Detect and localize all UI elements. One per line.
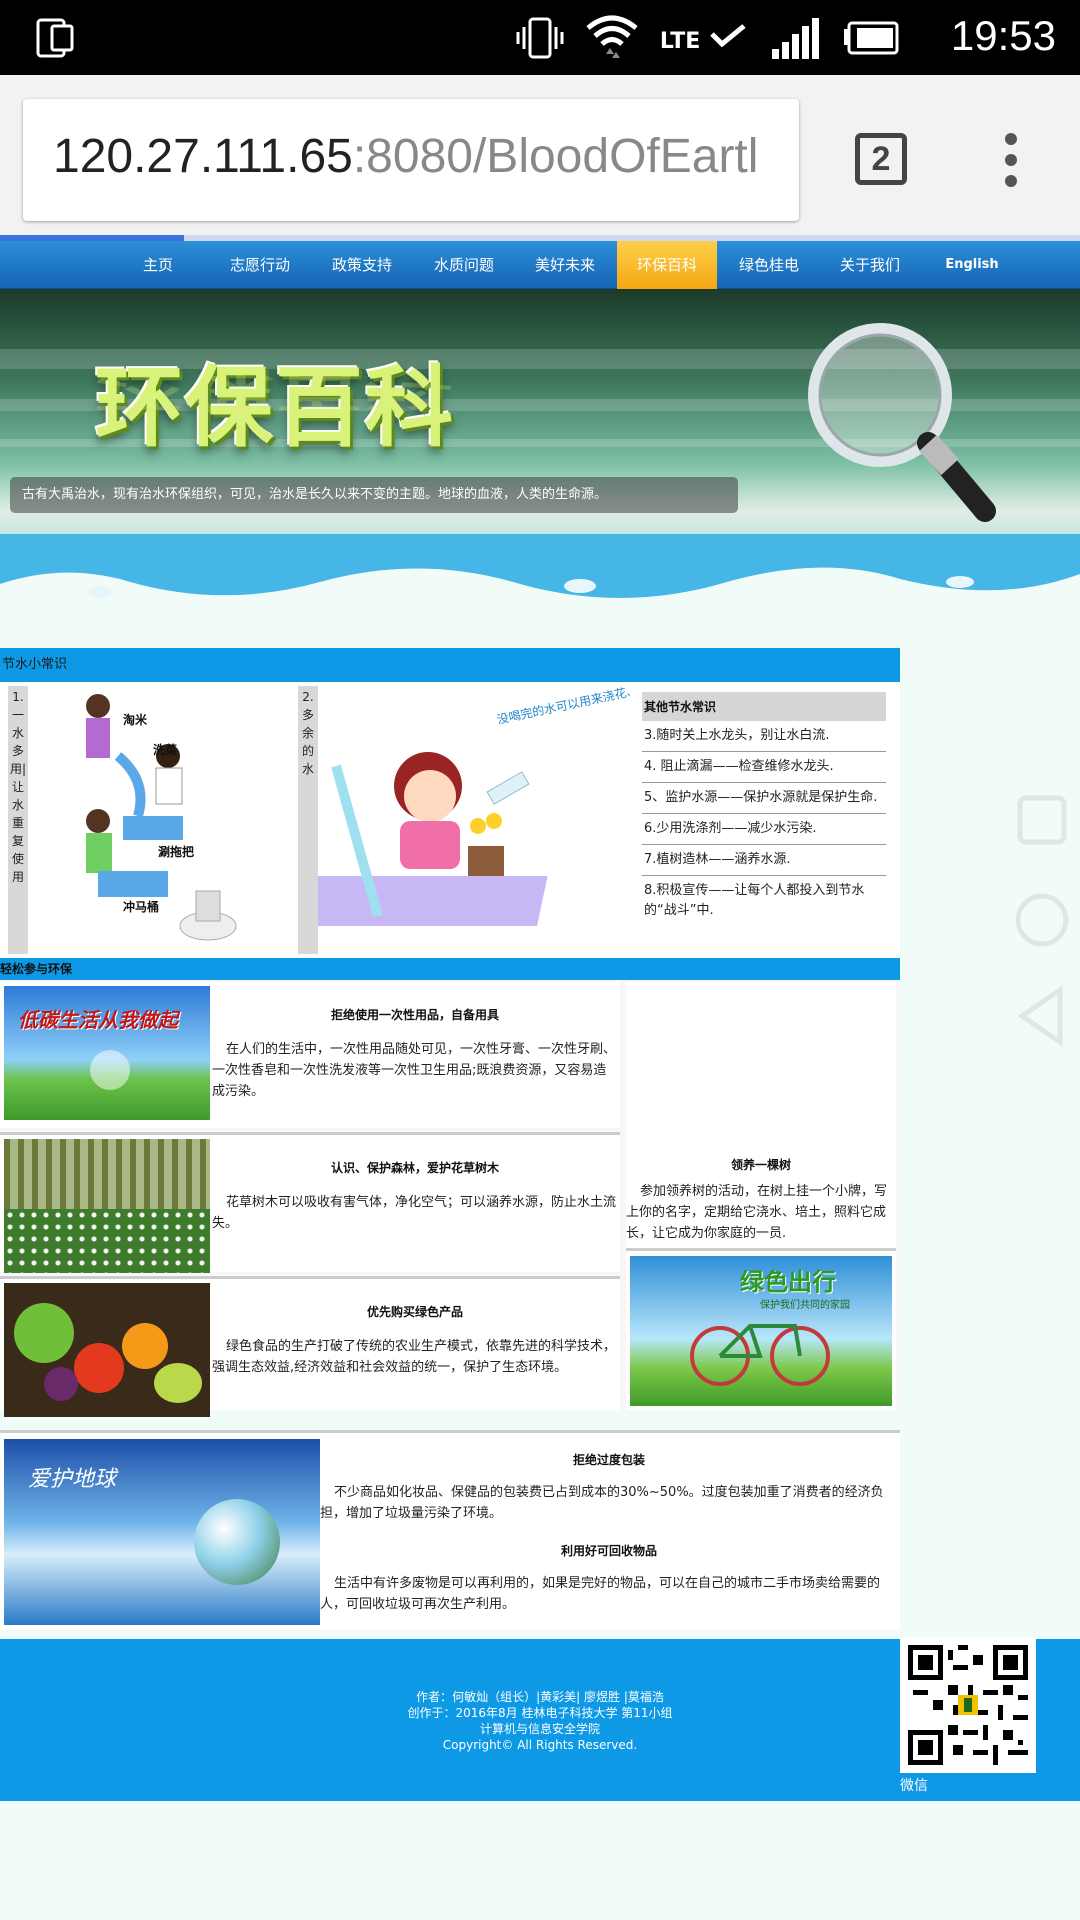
url-path: :8080/BloodOfEartl: [352, 130, 759, 183]
list-item: 8.积极宣传——让每个人都投入到节水的“战斗”中.: [644, 883, 865, 918]
lte-indicator: LTE: [659, 23, 748, 54]
footer-college: 计算机与信息安全学院: [479, 1722, 600, 1736]
image-caption: 爱护地球: [28, 1467, 117, 1492]
list-item: 3.随时关上水龙头，别让水白流.: [642, 721, 886, 752]
footer-credits: 作者：何敏灿（组长）|黄彩美| 廖煜胜 |莫福浩 创作于：2016年8月 桂林电…: [300, 1689, 780, 1753]
site-nav: 主页 志愿行动 政策支持 水质问题 美好未来 环保百科 绿色桂电 关于我们 En…: [0, 241, 1080, 289]
card-title-recycle: 利用好可回收物品: [560, 1544, 657, 1558]
nav-future[interactable]: 美好未来: [515, 241, 615, 289]
speech-bubble: 没喝完的水可以用来浇花、冼东西等: [496, 686, 630, 727]
list-item: 7.植树造林——涵养水源.: [642, 845, 886, 876]
tip-label-leftover: 2.多余的水: [298, 686, 318, 954]
card-no-disposables: 低碳生活从我做起 拒绝使用一次性用品，自备用具 在人们的生活中，一次性用品随处可…: [0, 982, 620, 1128]
signal-icon: [772, 18, 819, 59]
card-title: 拒绝使用一次性用品，自备用具: [330, 1008, 499, 1022]
card-adopt-tree: 领养一棵树 参加领养树的活动，在树上挂一个小牌，写上你的名字，定期给它浇水、培土…: [626, 982, 896, 1410]
battery-icon: [844, 21, 899, 55]
bubble-text: 没喝完的水可以用来浇花、冼东西等: [496, 686, 630, 727]
wechat-label: 微信: [900, 1778, 928, 1794]
card-text-recycle: 生活中有许多废物是可以再利用的，如果是完好的物品，可以在自己的城市二手市场卖给需…: [320, 1576, 881, 1612]
card-green-products: 优先购买绿色产品 绿色食品的生产打破了传统的农业生产模式，依靠先进的科学技术，强…: [0, 1276, 620, 1417]
nav-green-campus[interactable]: 绿色桂电: [719, 241, 819, 289]
section-title-water-tips: 节水小常识: [0, 648, 900, 682]
nav-about[interactable]: 关于我们: [820, 241, 920, 289]
browser-toolbar: 120.27.111.65:8080/BloodOfEartl 2: [0, 75, 1080, 235]
card-text: 参加领养树的活动，在树上挂一个小牌，写上你的名字，定期给它浇水、培土，照料它成长…: [626, 1184, 888, 1241]
section-title-eco: 轻松参与环保: [0, 958, 900, 980]
card-title: 优先购买绿色产品: [366, 1305, 463, 1319]
nav-volunteer[interactable]: 志愿行动: [210, 241, 310, 289]
page-banner: 环保百科 环保百科 古有大禹治水，现有治水环保组织，可见，治水是长久以来不变的主…: [0, 289, 1080, 605]
green-travel-image: 绿色出行 保护我们共同的家园: [630, 1256, 892, 1406]
list-item: 6.少用洗涤剂——减少水污染.: [642, 814, 886, 845]
card-text: 花草树木可以吸收有害气体，净化空气；可以涵养水源，防止水土流失。: [212, 1195, 617, 1231]
card-title: 认识、保护森林，爱护花草树木: [330, 1161, 499, 1175]
vegetables-image: [4, 1283, 210, 1417]
footer-copyright: Copyright© All Rights Reserved.: [442, 1738, 638, 1752]
lte-label: LTE: [659, 28, 701, 54]
card-text: 绿色食品的生产打破了传统的农业生产模式，依靠先进的科学技术，强调生态效益,经济效…: [212, 1339, 617, 1375]
check-icon: [710, 23, 746, 47]
water-wave-graphic: [0, 534, 1080, 605]
address-bar[interactable]: 120.27.111.65:8080/BloodOfEartl: [23, 99, 799, 221]
url-host: 120.27.111.65: [53, 130, 353, 183]
nav-encyclopedia[interactable]: 环保百科: [617, 241, 717, 289]
wechat-qr-code: [900, 1637, 1036, 1773]
tab-switcher-button[interactable]: 2: [855, 133, 907, 185]
label-toilet: 冲马桶: [123, 899, 159, 914]
wifi-icon: [586, 15, 638, 58]
magnifier-icon: [808, 323, 996, 522]
earth-image: 爱护地球: [4, 1439, 320, 1625]
water-reuse-illustration: 淘米 洗菜 涮拖把 冲马桶: [28, 686, 290, 954]
nav-home[interactable]: 主页: [108, 241, 208, 289]
list-item: 5、监护水源——保护水源就是保护生命.: [642, 783, 886, 814]
home-icon[interactable]: [1015, 893, 1069, 947]
watering-flowers-illustration: 没喝完的水可以用来浇花、冼东西等: [306, 672, 686, 954]
bicycle-icon: [690, 1324, 830, 1386]
card-text: 在人们的生活中，一次性用品随处可见，一次性牙膏、一次性牙刷、一次性香皂和一次性洗…: [212, 1042, 617, 1099]
list-item: 4. 阻止滴漏——检查维修水龙头.: [642, 752, 886, 783]
card-text: 不少商品如化妆品、保健品的包装费已占到成本的30%~50%。过度包装加重了消费者…: [320, 1485, 884, 1521]
image-caption: 低碳生活从我做起: [18, 1008, 178, 1032]
card-protect-forest: 认识、保护森林，爱护花草树木 花草树木可以吸收有害气体，净化空气；可以涵养水源，…: [0, 1132, 620, 1273]
android-nav-overlay: [1015, 795, 1069, 1047]
tip-label-reuse: 1.一水多用|让水重复使用: [8, 686, 28, 954]
label-mop: 涮拖把: [158, 844, 194, 859]
back-icon[interactable]: [1017, 985, 1063, 1047]
label-veg: 洗菜: [153, 742, 177, 757]
nav-water-quality[interactable]: 水质问题: [414, 241, 514, 289]
nav-english[interactable]: English: [922, 241, 1022, 289]
label-rice: 淘米: [123, 712, 148, 727]
eco-participation-section: 低碳生活从我做起 拒绝使用一次性用品，自备用具 在人们的生活中，一次性用品随处可…: [0, 980, 900, 1417]
card-title: 拒绝过度包装: [572, 1453, 645, 1467]
screen-mirror-icon: [36, 18, 74, 58]
banner-caption: 古有大禹治水，现有治水环保组织，可见，治水是长久以来不变的主题。地球的血液，人类…: [10, 477, 738, 513]
main-content: 节水小常识 1.一水多用|让水重复使用 淘米 洗菜 涮拖把 冲马桶 2.多余的水: [0, 648, 900, 1417]
other-tips-list: 其他节水常识 3.随时关上水龙头，别让水白流. 4. 阻止滴漏——检查维修水龙头…: [642, 692, 886, 926]
status-bar: LTE 19:53: [0, 0, 1080, 75]
nav-policy[interactable]: 政策支持: [312, 241, 412, 289]
url-text[interactable]: 120.27.111.65:8080/BloodOfEartl: [53, 129, 758, 184]
banner-title-reflection: 环保百科: [95, 369, 456, 416]
forest-image: [4, 1139, 210, 1273]
overflow-menu-icon[interactable]: [1000, 133, 1022, 189]
card-title: 领养一棵树: [730, 1158, 791, 1172]
other-tips-title: 其他节水常识: [642, 692, 886, 721]
low-carbon-image: 低碳生活从我做起: [4, 986, 210, 1120]
vibrate-icon: [516, 17, 564, 59]
footer-date: 创作于：2016年8月 桂林电子科技大学 第11小组: [407, 1706, 673, 1720]
water-tips-section: 1.一水多用|让水重复使用 淘米 洗菜 涮拖把 冲马桶 2.多余的水 没喝完的水…: [0, 672, 900, 958]
footer-authors: 作者：何敏灿（组长）|黄彩美| 廖煜胜 |莫福浩: [416, 1690, 664, 1704]
recents-icon[interactable]: [1017, 795, 1067, 845]
clock: 19:53: [950, 12, 1056, 59]
card-packaging-recycling: 爱护地球 拒绝过度包装 不少商品如化妆品、保健品的包装费已占到成本的30%~50…: [0, 1430, 900, 1630]
